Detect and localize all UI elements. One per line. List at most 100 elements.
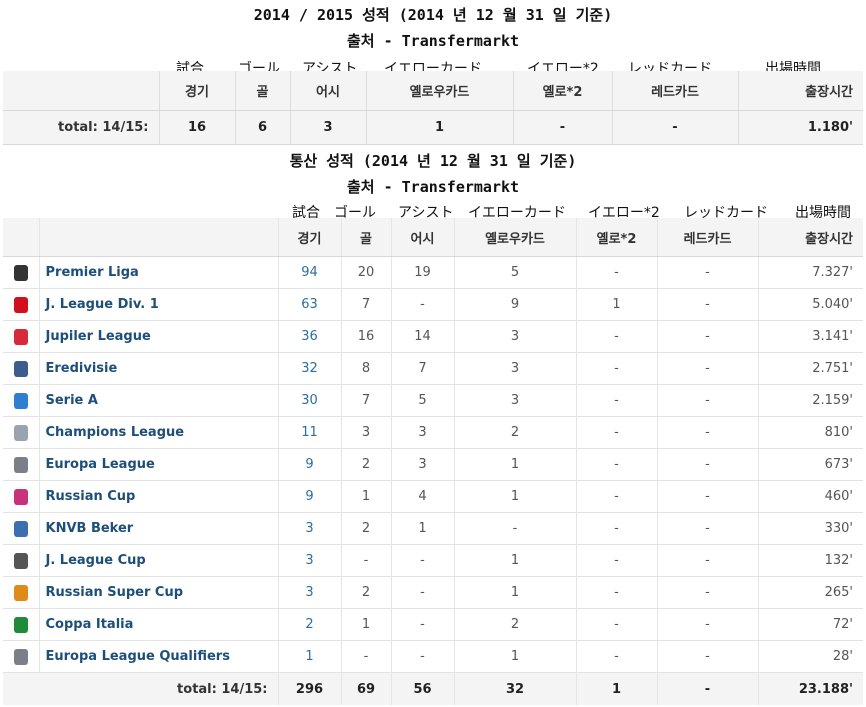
cell-goals: -	[340, 640, 391, 673]
league-name-link[interactable]: Eredivisie	[38, 352, 278, 385]
cell-minutes: 2.159'	[757, 384, 863, 417]
cell-games[interactable]: 63	[277, 288, 341, 321]
cell-assists: 19	[390, 256, 454, 289]
cell-yellow: 3	[453, 320, 576, 353]
cell-goals: 8	[340, 352, 391, 385]
cell-games[interactable]: 3	[277, 544, 341, 577]
cell-yellow: 3	[453, 384, 576, 417]
league-name-link[interactable]: Europa League	[38, 448, 278, 481]
europa-league-qualifiers-icon	[13, 648, 28, 665]
table-row: Europa League 9 2 3 1- -673'	[3, 448, 863, 481]
cell-minutes: 810'	[757, 416, 863, 449]
knvb-beker-icon	[13, 520, 28, 537]
cell-yellow: 5	[453, 256, 576, 289]
table-row: Serie A 30 7 5 3- -2.159'	[3, 384, 863, 417]
table-row: Russian Super Cup 3 2-1- -265'	[3, 576, 863, 609]
russian-super-cup-icon	[13, 584, 28, 601]
cell-assists: -	[390, 544, 454, 577]
cell-games[interactable]: 9	[277, 480, 341, 513]
cell-games[interactable]: 32	[277, 352, 341, 385]
season-title: 2014 / 2015 성적 (2014 년 12 월 31 일 기준)	[253, 6, 613, 24]
cell-goals: 3	[340, 416, 391, 449]
header-goals: 골	[234, 71, 290, 111]
cell-games[interactable]: 3	[277, 576, 341, 609]
header-red: 레드카드	[611, 71, 738, 111]
cell-games[interactable]: 94	[277, 256, 341, 289]
league-name-link[interactable]: Coppa Italia	[38, 608, 278, 641]
cell-second-yellow: -	[575, 416, 657, 449]
cell-goals: 2	[340, 448, 391, 481]
season-header-row: 경기 골 어시 옐로우카드 옐로*2 레드카드 출장시간	[3, 71, 863, 111]
cell-yellow: 1	[453, 544, 576, 577]
cell-yellow: 3	[453, 352, 576, 385]
europa-league-icon	[13, 456, 28, 473]
cell-yellow: 2	[453, 608, 576, 641]
header-second-yellow: 옐로*2	[512, 71, 612, 111]
league-name-link[interactable]: Champions League	[38, 416, 278, 449]
j-league-cup-icon	[13, 552, 28, 569]
league-icon-cell	[3, 256, 39, 289]
header-second-yellow: 옐로*2	[575, 218, 657, 257]
cell-goals: 1	[340, 480, 391, 513]
cell-assists: -	[390, 576, 454, 609]
total-second-yellow: -	[512, 110, 612, 145]
cell-second-yellow: -	[575, 480, 657, 513]
table-row: KNVB Beker 3 2 1- - -330'	[3, 512, 863, 545]
cell-games[interactable]: 11	[277, 416, 341, 449]
league-name-link[interactable]: Jupiler League	[38, 320, 278, 353]
league-name-link[interactable]: Russian Super Cup	[38, 576, 278, 609]
cell-minutes: 673'	[757, 448, 863, 481]
cell-goals: -	[340, 544, 391, 577]
cell-games[interactable]: 30	[277, 384, 341, 417]
cell-yellow: 1	[453, 480, 576, 513]
league-name-link[interactable]: Europa League Qualifiers	[38, 640, 278, 673]
career-title: 통산 성적 (2014 년 12 월 31 일 기준)	[289, 152, 577, 170]
cell-yellow: -	[453, 512, 576, 545]
cell-second-yellow: 1	[575, 288, 657, 321]
cell-minutes: 132'	[757, 544, 863, 577]
table-row: Russian Cup 9 1 4 1- -460'	[3, 480, 863, 513]
league-name-link[interactable]: J. League Div. 1	[38, 288, 278, 321]
coppa-italia-icon	[13, 616, 28, 633]
league-icon-cell	[3, 288, 39, 321]
cell-games[interactable]: 1	[277, 640, 341, 673]
total-label: total: 14/15:	[3, 672, 278, 705]
cell-yellow: 1	[453, 448, 576, 481]
cell-games[interactable]: 3	[277, 512, 341, 545]
header-assists: 어시	[289, 71, 366, 111]
cell-assists: 3	[390, 448, 454, 481]
league-name-link[interactable]: J. League Cup	[38, 544, 278, 577]
j-league-icon	[13, 296, 28, 313]
cell-goals: 2	[340, 576, 391, 609]
cell-goals: 1	[340, 608, 391, 641]
cell-assists: 5	[390, 384, 454, 417]
league-name-link[interactable]: Russian Cup	[38, 480, 278, 513]
league-icon-cell	[3, 608, 39, 641]
cell-yellow: 2	[453, 416, 576, 449]
cell-games[interactable]: 9	[277, 448, 341, 481]
cell-goals: 16	[340, 320, 391, 353]
league-name-link[interactable]: KNVB Beker	[38, 512, 278, 545]
cell-minutes: 265'	[757, 576, 863, 609]
cell-red: -	[656, 352, 758, 385]
cell-red: -	[656, 544, 758, 577]
cell-minutes: 28'	[757, 640, 863, 673]
cell-games[interactable]: 36	[277, 320, 341, 353]
cell-assists: 1	[390, 512, 454, 545]
premier-liga-icon	[13, 264, 28, 281]
cell-red: -	[656, 320, 758, 353]
cell-assists: -	[390, 288, 454, 321]
header-red: 레드카드	[656, 218, 758, 257]
cell-assists: -	[390, 640, 454, 673]
cell-minutes: 7.327'	[757, 256, 863, 289]
cell-games[interactable]: 2	[277, 608, 341, 641]
total-minutes: 23.188'	[757, 672, 863, 705]
serie-a-icon	[13, 392, 28, 409]
cell-assists: 3	[390, 416, 454, 449]
league-name-link[interactable]: Premier Liga	[38, 256, 278, 289]
league-name-link[interactable]: Serie A	[38, 384, 278, 417]
jupiler-league-icon	[13, 328, 28, 345]
cell-goals: 7	[340, 384, 391, 417]
career-header-row: 경기 골 어시 옐로우카드 옐로*2 레드카드 출장시간	[3, 218, 863, 257]
total-games: 16	[158, 110, 235, 145]
